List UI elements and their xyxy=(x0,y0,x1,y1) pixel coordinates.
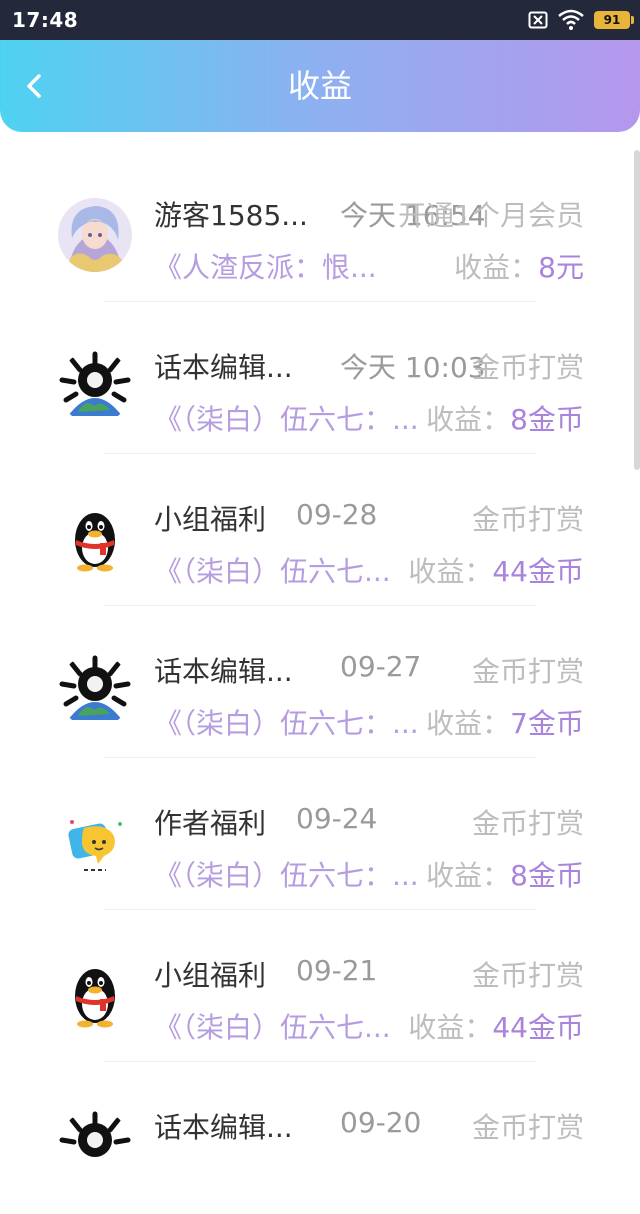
user-name: 作者福利 xyxy=(154,807,267,840)
avatar xyxy=(58,654,132,728)
earnings: 收益：44金币 xyxy=(408,1006,584,1046)
user-name: 小组福利 xyxy=(154,959,267,992)
date: 09-20 xyxy=(340,1106,422,1139)
list-item[interactable]: 游客1585... 今天 16:54 开通1个月会员 《人渣反派：恨... 收益… xyxy=(0,150,640,302)
user-name: 话本编辑... xyxy=(154,655,293,688)
earnings-value: 7金币 xyxy=(510,707,584,740)
list-item[interactable]: 小组福利 09-28 金币打赏 《（柒白）伍六七... 收益：44金币 xyxy=(0,454,640,606)
status-icons: 91 xyxy=(528,8,634,32)
earnings-value: 8元 xyxy=(538,251,584,284)
earnings-value: 8金币 xyxy=(510,859,584,892)
list-item[interactable]: 话本编辑... 09-20 金币打赏 xyxy=(0,1062,640,1214)
user-name: 话本编辑... xyxy=(154,1111,293,1144)
avatar xyxy=(58,198,132,272)
earnings-value: 44金币 xyxy=(492,1011,584,1044)
earning-type: 金币打赏 xyxy=(471,807,584,840)
chat-bubble-avatar xyxy=(58,806,132,880)
list-item[interactable]: 话本编辑... 09-27 金币打赏 《（柒白）伍六七：... 收益：7金币 xyxy=(0,606,640,758)
earning-type: 金币打赏 xyxy=(471,959,584,992)
earnings-label: 收益： xyxy=(426,403,511,436)
book-title[interactable]: 《（柒白）伍六七：... xyxy=(154,702,419,742)
skull-globe-avatar xyxy=(58,1110,132,1184)
date: 今天 10:03 xyxy=(340,351,486,384)
date: 09-21 xyxy=(296,954,378,987)
book-title[interactable]: 《（柒白）伍六七：... xyxy=(154,398,419,438)
earnings-label: 收益： xyxy=(408,1011,493,1044)
earnings: 收益：8金币 xyxy=(426,854,584,894)
scrollbar[interactable] xyxy=(634,150,640,470)
earning-type: 金币打赏 xyxy=(471,655,584,688)
date: 09-28 xyxy=(296,498,378,531)
user-name: 小组福利 xyxy=(154,503,267,536)
list-item[interactable]: 话本编辑... 今天 10:03 金币打赏 《（柒白）伍六七：... 收益：8金… xyxy=(0,302,640,454)
earnings: 收益：8金币 xyxy=(426,398,584,438)
book-title[interactable]: 《（柒白）伍六七：... xyxy=(154,854,419,894)
avatar xyxy=(58,958,132,1032)
book-title[interactable]: 《（柒白）伍六七... xyxy=(154,550,391,590)
skull-globe-avatar xyxy=(58,654,132,728)
date: 09-24 xyxy=(296,802,378,835)
wifi-icon xyxy=(558,9,584,30)
earning-type: 金币打赏 xyxy=(471,351,584,384)
earnings: 收益：7金币 xyxy=(426,702,584,742)
earnings-label: 收益： xyxy=(426,859,511,892)
earning-type: 开通1个月会员 xyxy=(398,199,584,232)
earnings-label: 收益： xyxy=(426,707,511,740)
sim-off-icon xyxy=(528,11,548,29)
avatar xyxy=(58,1110,132,1184)
earnings-list: 游客1585... 今天 16:54 开通1个月会员 《人渣反派：恨... 收益… xyxy=(0,150,640,1214)
earnings-label: 收益： xyxy=(454,251,539,284)
avatar xyxy=(58,350,132,424)
page-title: 收益 xyxy=(287,67,352,105)
anime-girl-avatar xyxy=(58,198,132,272)
status-bar: 17:48 91 xyxy=(0,0,640,40)
earnings: 收益：44金币 xyxy=(408,550,584,590)
list-item[interactable]: 小组福利 09-21 金币打赏 《（柒白）伍六七... 收益：44金币 xyxy=(0,910,640,1062)
earning-type: 金币打赏 xyxy=(471,503,584,536)
earnings-label: 收益： xyxy=(408,555,493,588)
header-bar: 收益 xyxy=(0,40,640,132)
user-name: 话本编辑... xyxy=(154,351,293,384)
earnings-value: 44金币 xyxy=(492,555,584,588)
battery-icon: 91 xyxy=(594,11,634,29)
skull-globe-avatar xyxy=(58,350,132,424)
avatar xyxy=(58,502,132,576)
earning-type: 金币打赏 xyxy=(471,1111,584,1144)
earnings-value: 8金币 xyxy=(510,403,584,436)
user-name: 游客1585... xyxy=(154,199,308,232)
date: 09-27 xyxy=(340,650,422,683)
qq-penguin-avatar xyxy=(58,958,132,1032)
qq-penguin-avatar xyxy=(58,502,132,576)
book-title[interactable]: 《人渣反派：恨... xyxy=(154,246,377,286)
earnings: 收益：8元 xyxy=(454,246,584,286)
avatar xyxy=(58,806,132,880)
book-title[interactable]: 《（柒白）伍六七... xyxy=(154,1006,391,1046)
list-item[interactable]: 作者福利 09-24 金币打赏 《（柒白）伍六七：... 收益：8金币 xyxy=(0,758,640,910)
status-time: 17:48 xyxy=(12,8,79,32)
